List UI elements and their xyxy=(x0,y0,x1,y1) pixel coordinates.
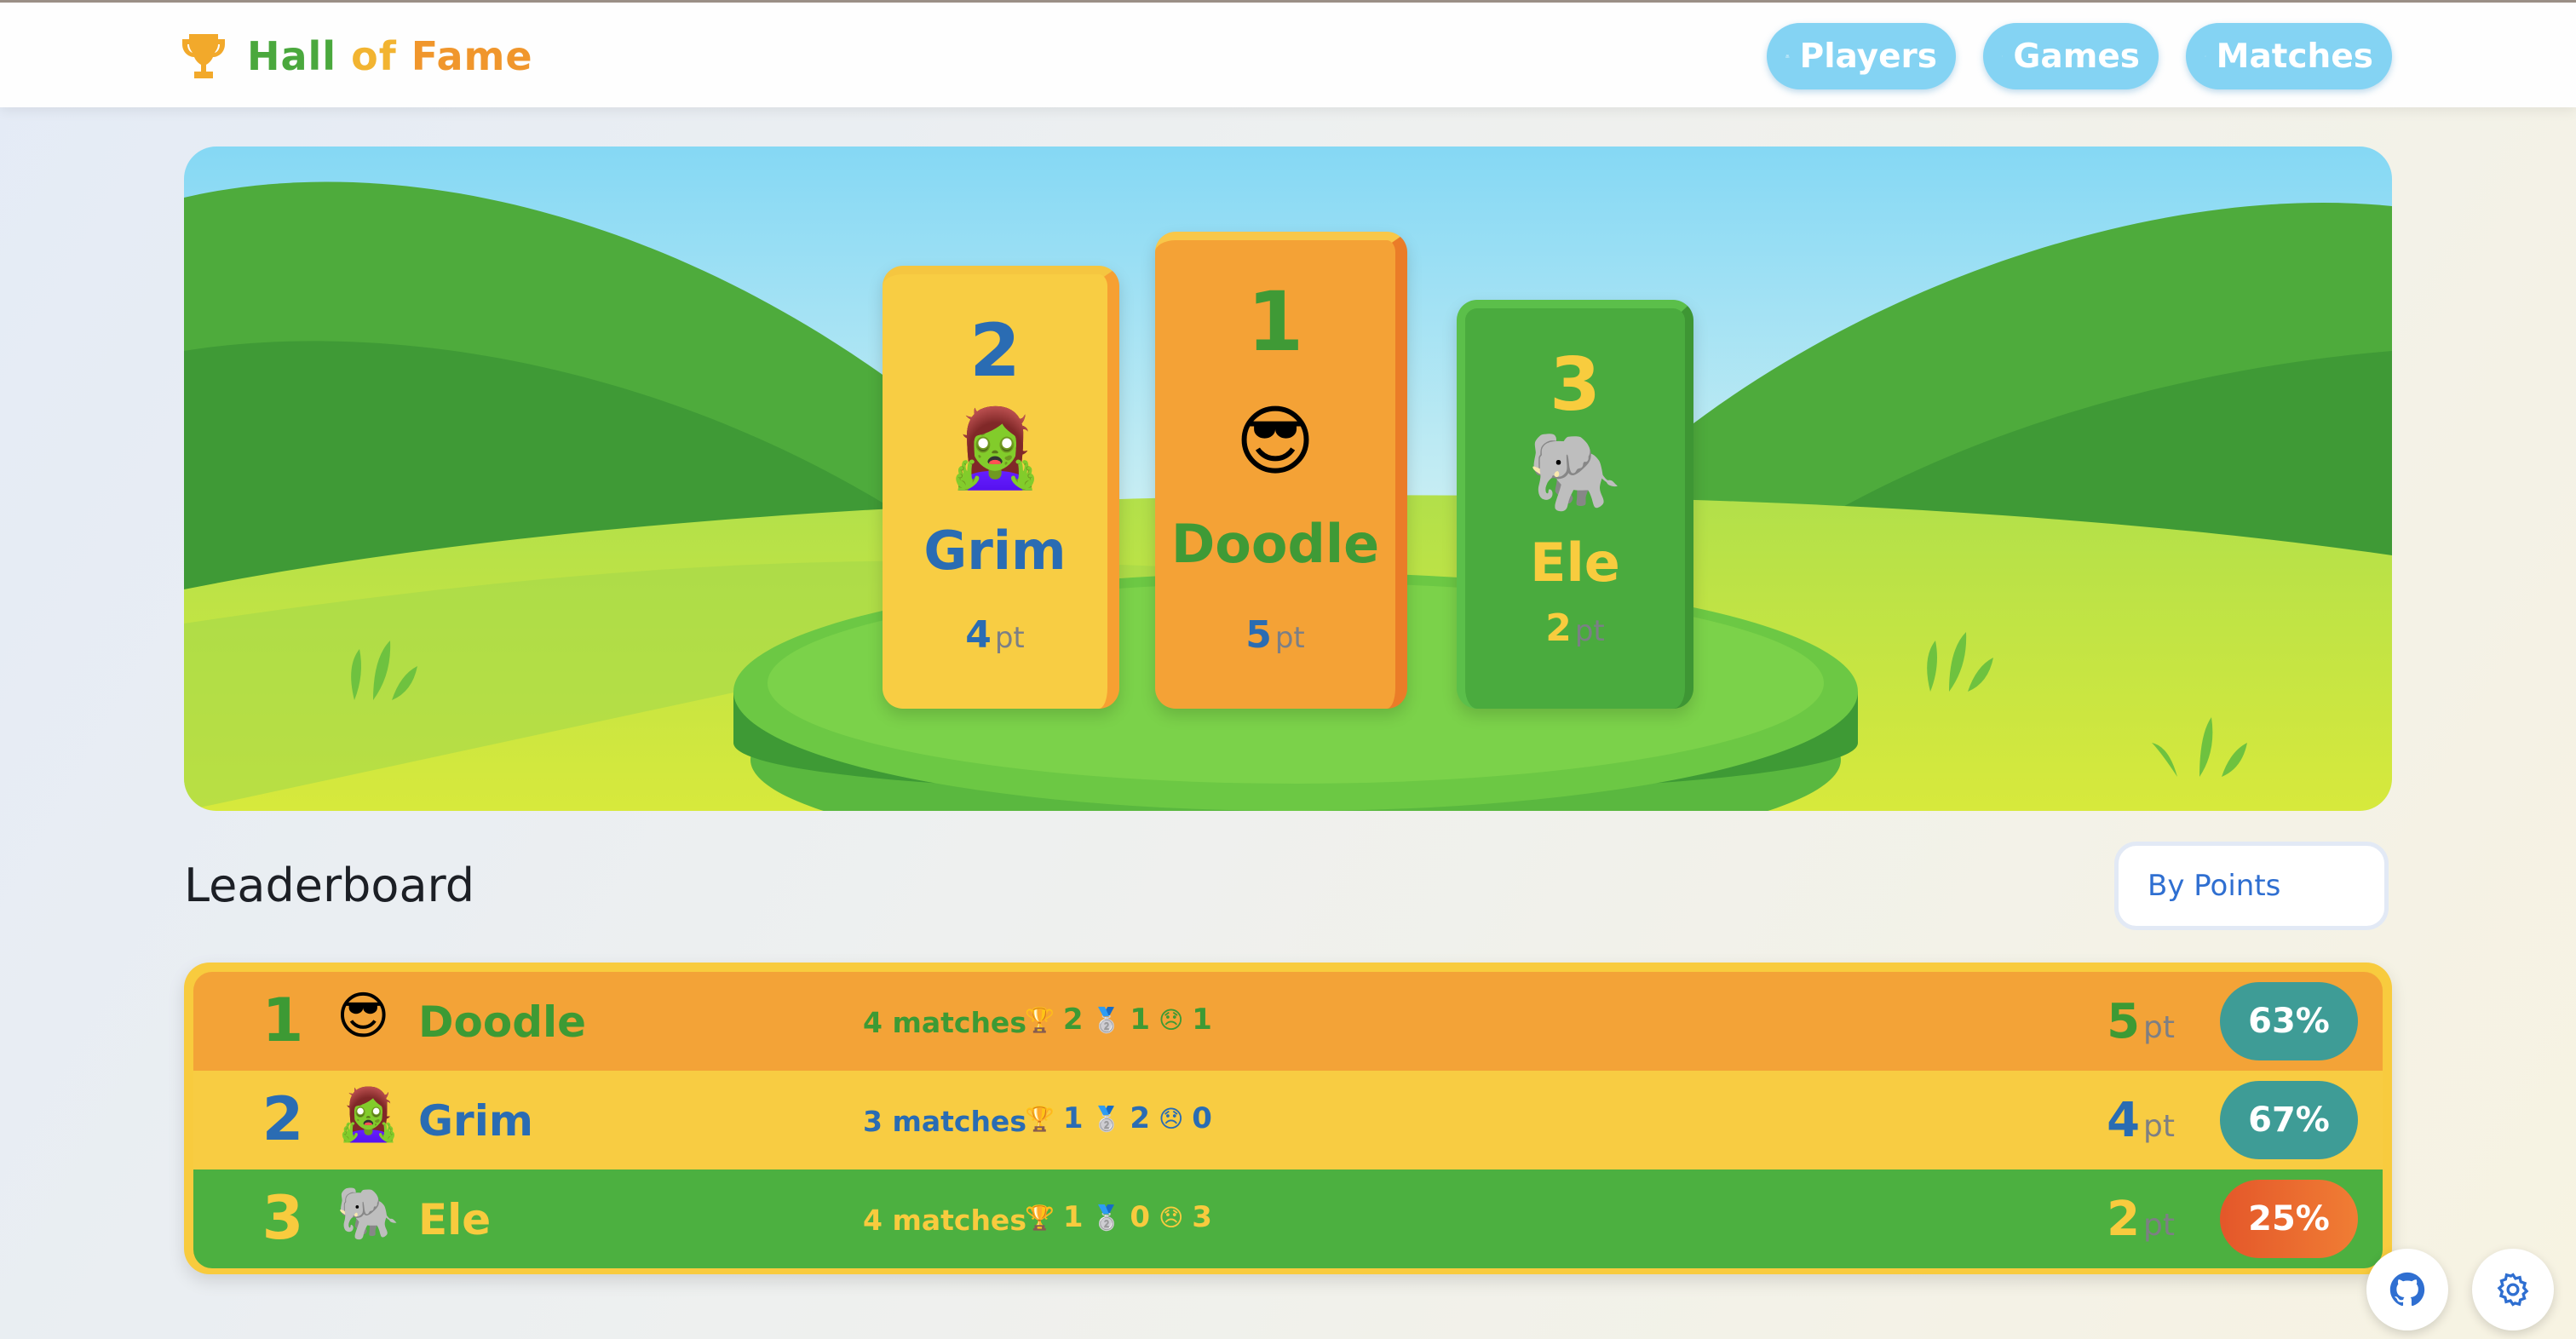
player-avatar: 😎 xyxy=(1235,397,1315,486)
points-value: 2 xyxy=(2107,1192,2141,1247)
sort-select[interactable]: By Points xyxy=(2114,842,2389,930)
wins-count: 2 xyxy=(1062,1003,1084,1037)
nav-players-label: Players xyxy=(1799,37,1937,76)
leaderboard-row[interactable]: 2 🧟‍♀️ Grim 3 matches 🏆 1 🥈 2 😞 0 4 pt 67% xyxy=(193,1071,2383,1169)
row-points: 2 pt xyxy=(2107,1192,2175,1247)
github-icon xyxy=(2389,1272,2425,1307)
leaderboard-title: Leaderboard xyxy=(184,859,475,912)
podium-card-third[interactable]: 3 🐘 Ele 2 pt xyxy=(1457,300,1693,709)
seconds-count: 0 xyxy=(1130,1200,1151,1234)
podium-card-first[interactable]: 1 😎 Doodle 5 pt xyxy=(1155,232,1407,709)
row-rank: 3 xyxy=(262,1183,304,1253)
player-avatar: 🐘 xyxy=(1527,428,1624,517)
leaderboard-table: 1 😎 Doodle 4 matches 🏆 2 🥈 1 😞 1 5 pt 63% 2 … xyxy=(184,963,2392,1274)
sad-face-icon: 😞 xyxy=(1159,1203,1184,1232)
win-rate-badge: 63% xyxy=(2220,982,2358,1060)
row-stats: 🏆 2 🥈 1 😞 1 xyxy=(1025,1003,1212,1037)
nav-players-button[interactable]: Players xyxy=(1767,23,1956,89)
list-icon xyxy=(2205,55,2206,57)
losses-count: 0 xyxy=(1192,1101,1212,1135)
top-navbar: Hall of Fame Players Games Matches xyxy=(0,0,2576,107)
player-points: 4 pt xyxy=(883,613,1107,657)
podium-rank: 1 xyxy=(1246,274,1304,370)
row-rank: 1 xyxy=(262,986,304,1055)
player-avatar: 🧟‍♀️ xyxy=(946,404,1044,493)
brand-word-2: of xyxy=(351,33,397,79)
row-player-name: Doodle xyxy=(418,997,587,1047)
player-name: Grim xyxy=(923,520,1067,582)
row-points: 4 pt xyxy=(2107,1093,2175,1148)
gamepad-icon xyxy=(2002,55,2004,57)
points-value: 5 xyxy=(1245,613,1272,657)
nav-games-button[interactable]: Games xyxy=(1983,23,2159,89)
trophy-icon: 🏆 xyxy=(1025,1203,1055,1232)
settings-button[interactable] xyxy=(2472,1249,2554,1330)
row-stats: 🏆 1 🥈 0 😞 3 xyxy=(1025,1200,1212,1234)
points-unit: pt xyxy=(2143,1109,2175,1144)
row-matches: 3 matches xyxy=(863,1105,1026,1138)
seconds-count: 2 xyxy=(1130,1101,1151,1135)
points-unit: pt xyxy=(1574,614,1605,648)
trophy-icon: 🏆 xyxy=(1025,1104,1055,1133)
points-unit: pt xyxy=(2143,1010,2175,1045)
nav-matches-button[interactable]: Matches xyxy=(2186,23,2392,89)
trophy-icon: 🏆 xyxy=(1025,1005,1055,1034)
github-button[interactable] xyxy=(2366,1249,2448,1330)
leaderboard-row[interactable]: 1 😎 Doodle 4 matches 🏆 2 🥈 1 😞 1 5 pt 63% xyxy=(193,972,2383,1071)
losses-count: 3 xyxy=(1192,1200,1212,1234)
gear-icon xyxy=(2497,1273,2529,1307)
brand[interactable]: Hall of Fame xyxy=(182,28,533,84)
row-points: 5 pt xyxy=(2107,994,2175,1049)
podium-rank: 3 xyxy=(1550,342,1601,428)
leaderboard-row[interactable]: 3 🐘 Ele 4 matches 🏆 1 🥈 0 😞 3 2 pt 25% xyxy=(193,1169,2383,1268)
player-name: Ele xyxy=(1530,532,1620,594)
brand-word-3: Fame xyxy=(411,33,533,79)
sad-face-icon: 😞 xyxy=(1159,1104,1184,1133)
row-stats: 🏆 1 🥈 2 😞 0 xyxy=(1025,1101,1212,1135)
row-matches: 4 matches xyxy=(863,1204,1026,1237)
row-player-name: Grim xyxy=(418,1096,533,1146)
sad-face-icon: 😞 xyxy=(1159,1005,1184,1034)
trophy-icon xyxy=(182,34,225,78)
podium-rank: 2 xyxy=(969,308,1021,394)
win-rate-badge: 67% xyxy=(2220,1081,2358,1159)
player-points: 5 pt xyxy=(1155,613,1395,657)
silver-medal-icon: 🥈 xyxy=(1091,1005,1122,1034)
row-avatar: 🐘 xyxy=(336,1184,400,1244)
seconds-count: 1 xyxy=(1130,1003,1151,1037)
points-unit: pt xyxy=(1274,621,1305,655)
row-matches: 4 matches xyxy=(863,1006,1026,1039)
points-unit: pt xyxy=(994,621,1025,655)
brand-word-1: Hall xyxy=(247,33,337,79)
nav-games-label: Games xyxy=(2013,37,2140,76)
row-rank: 2 xyxy=(262,1084,304,1154)
wins-count: 1 xyxy=(1062,1101,1084,1135)
points-unit: pt xyxy=(2143,1208,2175,1243)
silver-medal-icon: 🥈 xyxy=(1091,1203,1122,1232)
points-value: 4 xyxy=(965,613,992,657)
podium-card-second[interactable]: 2 🧟‍♀️ Grim 4 pt xyxy=(883,266,1119,709)
player-points: 2 pt xyxy=(1465,606,1685,650)
nav-matches-label: Matches xyxy=(2216,37,2373,76)
row-avatar: 🧟‍♀️ xyxy=(336,1085,400,1145)
player-name: Doodle xyxy=(1170,513,1380,575)
points-value: 2 xyxy=(1545,606,1572,650)
losses-count: 1 xyxy=(1192,1003,1212,1037)
points-value: 4 xyxy=(2107,1093,2141,1148)
win-rate-badge: 25% xyxy=(2220,1180,2358,1258)
wins-count: 1 xyxy=(1062,1200,1084,1234)
row-player-name: Ele xyxy=(418,1195,492,1244)
users-icon xyxy=(1785,55,1790,58)
points-value: 5 xyxy=(2107,994,2141,1049)
row-avatar: 😎 xyxy=(336,986,390,1046)
podium-hero: 2 🧟‍♀️ Grim 4 pt 1 😎 Doodle 5 pt 3 🐘 Ele 2… xyxy=(184,147,2392,811)
silver-medal-icon: 🥈 xyxy=(1091,1104,1122,1133)
